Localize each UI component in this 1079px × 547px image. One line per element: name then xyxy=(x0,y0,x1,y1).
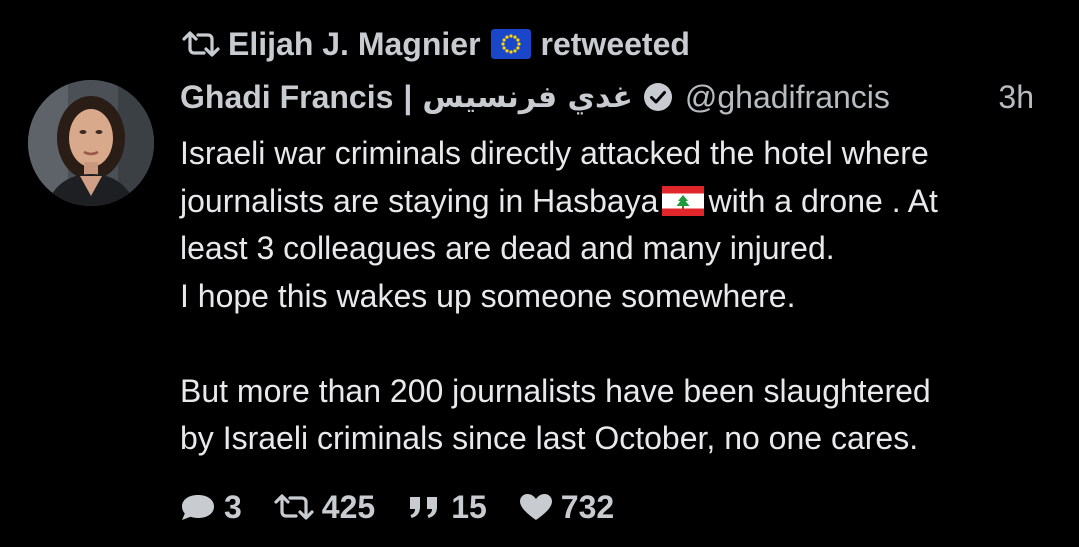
author-line: Ghadi Francis | غدي فرنسيس @ghadifrancis… xyxy=(180,74,1060,120)
avatar[interactable] xyxy=(28,80,154,206)
reply-icon xyxy=(182,495,214,520)
avatar-image xyxy=(28,80,154,206)
tweet-card[interactable]: Elijah J. Magnier retweeted Ghadi Franci… xyxy=(0,0,1079,547)
retweeter-name[interactable]: Elijah J. Magnier xyxy=(228,26,481,63)
like-count: 732 xyxy=(560,488,615,525)
lebanon-flag-icon xyxy=(662,185,705,216)
like-button[interactable]: 732 xyxy=(517,489,614,526)
author-name[interactable]: Ghadi Francis xyxy=(180,79,393,116)
reply-button[interactable]: 3 xyxy=(178,489,242,526)
retweet-icon xyxy=(182,31,220,57)
tweet-text-line: journalists are staying in Hasbaya with a… xyxy=(180,178,1065,226)
tweet-text-line: Israeli war criminals directly attacked … xyxy=(180,135,929,171)
tweet-actions: 3 425 15 732 xyxy=(178,484,644,530)
reply-count: 3 xyxy=(224,488,242,525)
tweet-text-line: by Israeli criminals since last October,… xyxy=(180,420,919,456)
eu-flag-icon xyxy=(490,29,531,59)
retweet-header[interactable]: Elijah J. Magnier retweeted xyxy=(180,22,690,66)
tweet-text-line: But more than 200 journalists have been … xyxy=(180,372,931,409)
retweeted-label: retweeted xyxy=(540,25,690,62)
tweet-text-fragment: with a drone . At xyxy=(708,182,938,219)
author-separator: | xyxy=(403,78,413,115)
tweet-text-line: I hope this wakes up someone somewhere. xyxy=(180,277,796,314)
tweet-text-fragment: journalists are staying in Hasbaya xyxy=(180,182,659,219)
author-handle[interactable]: @ghadifrancis xyxy=(685,79,890,116)
quote-icon xyxy=(410,497,438,518)
retweet-button[interactable]: 425 xyxy=(272,489,375,526)
retweet-count: 425 xyxy=(321,488,376,525)
quote-count: 15 xyxy=(451,488,487,525)
tweet-timestamp[interactable]: 3h xyxy=(998,79,1034,116)
author-arabic-name[interactable]: غدي فرنسيس xyxy=(422,80,633,115)
verified-badge-icon xyxy=(643,83,672,111)
retweet-icon xyxy=(274,494,314,520)
quote-button[interactable]: 15 xyxy=(405,489,487,526)
tweet-text-line: least 3 colleagues are dead and many inj… xyxy=(180,230,835,266)
tweet-text: Israeli war criminals directly attacked … xyxy=(180,130,1065,463)
heart-icon xyxy=(519,494,552,520)
